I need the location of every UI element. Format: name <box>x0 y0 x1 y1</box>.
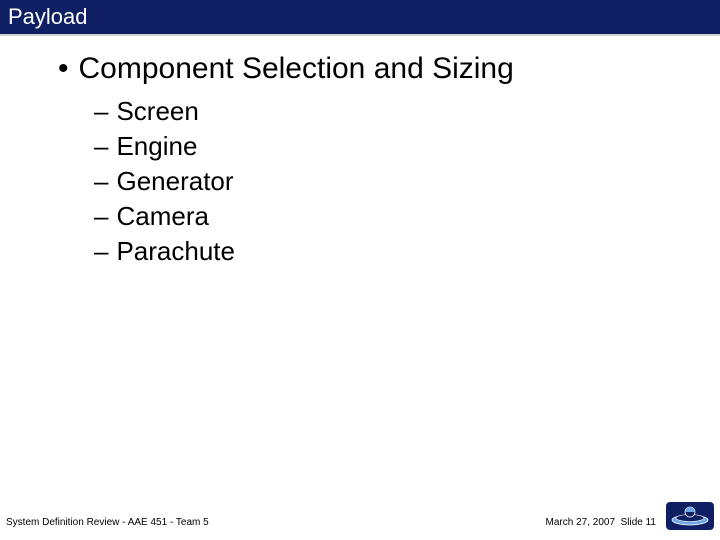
bullet-marker: • <box>58 54 69 84</box>
logo-icon <box>668 504 712 528</box>
sub-text: Parachute <box>116 236 235 267</box>
dash-marker: – <box>94 201 108 232</box>
sub-item: – Generator <box>94 166 684 197</box>
sub-text: Screen <box>116 96 198 127</box>
footer-slide-number: Slide 11 <box>621 517 656 528</box>
bullet-item: • Component Selection and Sizing <box>58 52 684 86</box>
sub-item: – Camera <box>94 201 684 232</box>
team-logo <box>666 502 714 530</box>
bullet-text: Component Selection and Sizing <box>79 52 514 86</box>
dash-marker: – <box>94 166 108 197</box>
footer-date: March 27, 2007 <box>546 517 616 528</box>
dash-marker: – <box>94 96 108 127</box>
sub-item: – Screen <box>94 96 684 127</box>
slide-title: Payload <box>8 4 88 29</box>
dash-marker: – <box>94 131 108 162</box>
sub-text: Camera <box>116 201 208 232</box>
footer-right-text: March 27, 2007 Slide 11 <box>546 517 656 528</box>
footer-left-text: System Definition Review - AAE 451 - Tea… <box>6 517 209 528</box>
sub-text: Generator <box>116 166 233 197</box>
sublist: – Screen – Engine – Generator – Camera –… <box>58 96 684 267</box>
sub-text: Engine <box>116 131 197 162</box>
dash-marker: – <box>94 236 108 267</box>
sub-item: – Parachute <box>94 236 684 267</box>
title-bar: Payload <box>0 0 720 34</box>
content-area: • Component Selection and Sizing – Scree… <box>0 36 720 267</box>
sub-item: – Engine <box>94 131 684 162</box>
footer: System Definition Review - AAE 451 - Tea… <box>0 508 720 532</box>
